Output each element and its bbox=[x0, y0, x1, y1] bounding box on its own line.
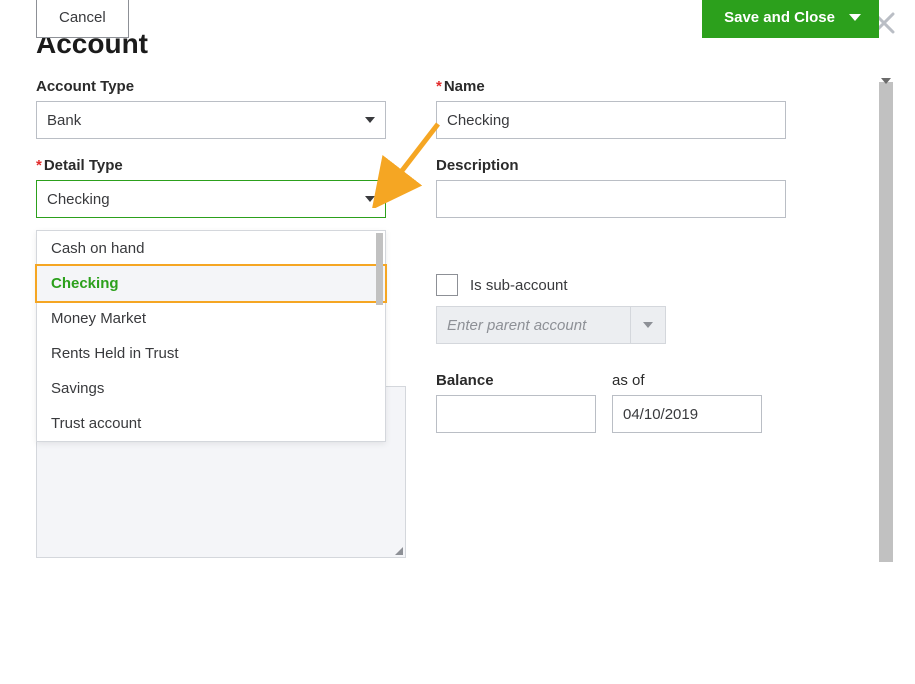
name-input[interactable] bbox=[436, 101, 786, 139]
save-button-label: Save and Close bbox=[724, 9, 835, 26]
right-column: *Name Description Is sub-account Enter p… bbox=[436, 78, 786, 433]
description-field: Description bbox=[436, 157, 786, 218]
sub-account-row: Is sub-account bbox=[436, 274, 786, 296]
chevron-down-icon bbox=[849, 14, 861, 21]
scroll-down-icon[interactable] bbox=[881, 78, 891, 84]
scrollbar-thumb[interactable] bbox=[879, 82, 893, 562]
dropdown-option-selected[interactable]: Checking bbox=[35, 264, 387, 303]
resize-handle-icon[interactable] bbox=[395, 547, 403, 555]
dropdown-option[interactable]: Cash on hand bbox=[37, 231, 385, 266]
name-label: *Name bbox=[436, 78, 786, 95]
detail-type-value: Checking bbox=[47, 191, 110, 208]
account-modal: Account Account Type Bank *Detail Type bbox=[0, 0, 915, 60]
as-of-date-input[interactable] bbox=[612, 395, 762, 433]
parent-account-placeholder: Enter parent account bbox=[436, 306, 630, 344]
balance-label: Balance bbox=[436, 372, 596, 389]
detail-type-select[interactable]: Checking bbox=[36, 180, 386, 218]
account-type-label: Account Type bbox=[36, 78, 386, 95]
balance-row: Balance as of bbox=[436, 372, 786, 433]
dropdown-scrollbar[interactable] bbox=[376, 233, 383, 305]
dropdown-option[interactable]: Savings bbox=[37, 371, 385, 406]
chevron-down-icon bbox=[643, 322, 653, 328]
chevron-down-icon bbox=[365, 117, 375, 123]
chevron-down-icon bbox=[365, 196, 375, 202]
detail-type-field: *Detail Type Checking bbox=[36, 157, 386, 218]
save-and-close-button[interactable]: Save and Close bbox=[702, 0, 879, 38]
detail-type-dropdown: Cash on hand Checking Money Market Rents… bbox=[36, 230, 386, 442]
dropdown-option[interactable]: Trust account bbox=[37, 406, 385, 441]
as-of-label: as of bbox=[612, 372, 762, 389]
cancel-button[interactable]: Cancel bbox=[36, 0, 129, 38]
account-type-value: Bank bbox=[47, 112, 81, 129]
left-column: Account Type Bank *Detail Type Checking bbox=[36, 78, 386, 433]
balance-input[interactable] bbox=[436, 395, 596, 433]
detail-type-label: *Detail Type bbox=[36, 157, 386, 174]
description-label: Description bbox=[436, 157, 786, 174]
sub-account-checkbox[interactable] bbox=[436, 274, 458, 296]
modal-footer: Cancel Save and Close bbox=[36, 0, 879, 38]
parent-account-dropdown-button[interactable] bbox=[630, 306, 666, 344]
account-type-field: Account Type Bank bbox=[36, 78, 386, 139]
name-field: *Name bbox=[436, 78, 786, 139]
dropdown-option[interactable]: Rents Held in Trust bbox=[37, 336, 385, 371]
sub-account-label: Is sub-account bbox=[470, 277, 568, 294]
account-type-select[interactable]: Bank bbox=[36, 101, 386, 139]
description-input[interactable] bbox=[436, 180, 786, 218]
dropdown-option[interactable]: Money Market bbox=[37, 301, 385, 336]
parent-account-select[interactable]: Enter parent account bbox=[436, 306, 666, 344]
